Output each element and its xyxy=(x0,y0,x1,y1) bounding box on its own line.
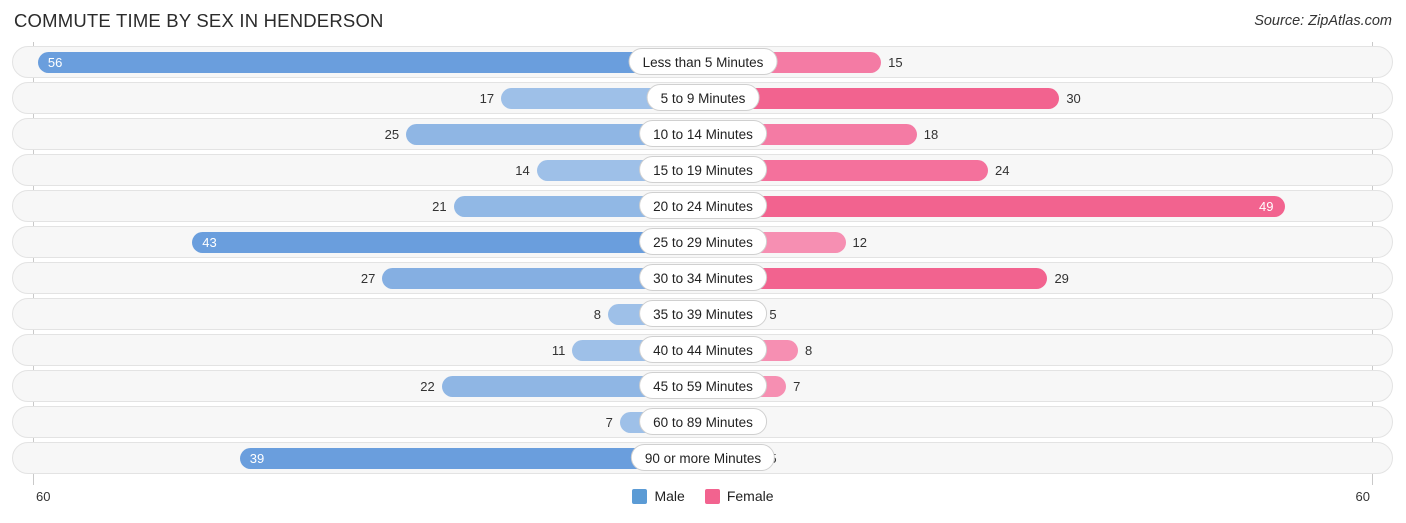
value-label-male: 56 xyxy=(47,55,63,70)
value-label-male: 39 xyxy=(249,451,265,466)
value-label-female: 15 xyxy=(888,55,903,70)
value-label-female: 30 xyxy=(1066,91,1081,106)
bar-row: 17 30 5 to 9 Minutes xyxy=(0,80,1406,116)
bar-row: 22 7 45 to 59 Minutes xyxy=(0,368,1406,404)
value-label-female: 49 xyxy=(1259,199,1274,214)
bar-row: 25 18 10 to 14 Minutes xyxy=(0,116,1406,152)
category-label: 25 to 29 Minutes xyxy=(639,228,767,255)
page-title: COMMUTE TIME BY SEX IN HENDERSON xyxy=(14,10,384,31)
bar-row: 14 24 15 to 19 Minutes xyxy=(0,152,1406,188)
bar-male xyxy=(192,232,703,253)
value-label-female: 18 xyxy=(923,127,939,142)
value-label-female: 8 xyxy=(805,343,813,358)
value-label-female: 29 xyxy=(1054,271,1069,286)
category-label: 20 to 24 Minutes xyxy=(639,192,767,219)
bar-row: 8 5 35 to 39 Minutes xyxy=(0,296,1406,332)
category-label: 15 to 19 Minutes xyxy=(639,156,767,183)
value-label-male: 43 xyxy=(202,235,217,250)
category-label: 45 to 59 Minutes xyxy=(639,372,767,399)
category-label: Less than 5 Minutes xyxy=(628,48,778,75)
category-label: 35 to 39 Minutes xyxy=(639,300,767,327)
value-label-male: 11 xyxy=(551,343,566,358)
chart-header: COMMUTE TIME BY SEX IN HENDERSON Source:… xyxy=(0,0,1406,42)
bar-rows-container: 56 15 Less than 5 Minutes 17 30 5 to 9 Minute… xyxy=(0,44,1406,476)
bar-male xyxy=(37,52,703,73)
value-label-male: 22 xyxy=(420,379,435,394)
bar-row: 43 12 25 to 29 Minutes xyxy=(0,224,1406,260)
bar-row: 7060 to 89 Minutes xyxy=(0,404,1406,440)
value-label-female: 5 xyxy=(769,307,777,322)
category-label: 10 to 14 Minutes xyxy=(639,120,767,147)
value-label-male: 8 xyxy=(593,307,601,322)
bar-row: 27 29 30 to 34 Minutes xyxy=(0,260,1406,296)
bar-female xyxy=(703,196,1285,217)
legend-label: Male xyxy=(654,488,685,504)
chart-plot-area: 56 15 Less than 5 Minutes 17 30 5 to 9 Minute… xyxy=(0,42,1406,485)
bar-row: 56 15 Less than 5 Minutes xyxy=(0,44,1406,80)
bar-row: 39590 or more Minutes xyxy=(0,440,1406,476)
legend-label: Female xyxy=(726,488,774,504)
category-label: 90 or more Minutes xyxy=(630,444,776,471)
chart-legend: Male Female xyxy=(0,488,1406,504)
value-label-female: 12 xyxy=(852,235,867,250)
value-label-female: 7 xyxy=(793,379,801,394)
value-label-male: 7 xyxy=(605,415,613,430)
legend-swatch-icon xyxy=(704,488,720,504)
source-attribution: Source: ZipAtlas.com xyxy=(1254,13,1392,29)
value-label-male: 21 xyxy=(432,199,447,214)
legend-item[interactable]: Male xyxy=(632,488,685,504)
category-label: 30 to 34 Minutes xyxy=(639,264,767,291)
category-label: 40 to 44 Minutes xyxy=(639,336,767,363)
value-label-female: 24 xyxy=(995,163,1010,178)
category-label: 60 to 89 Minutes xyxy=(639,408,767,435)
value-label-male: 25 xyxy=(384,127,400,142)
bar-row: 11 8 40 to 44 Minutes xyxy=(0,332,1406,368)
legend-item[interactable]: Female xyxy=(704,488,774,504)
legend-swatch-icon xyxy=(632,488,648,504)
value-label-male: 27 xyxy=(360,271,376,286)
value-label-male: 14 xyxy=(515,163,530,178)
bar-row: 21 49 20 to 24 Minutes xyxy=(0,188,1406,224)
chart-footer: 60 60 Male Female xyxy=(0,485,1406,523)
value-label-male: 17 xyxy=(479,91,495,106)
category-label: 5 to 9 Minutes xyxy=(646,84,760,111)
